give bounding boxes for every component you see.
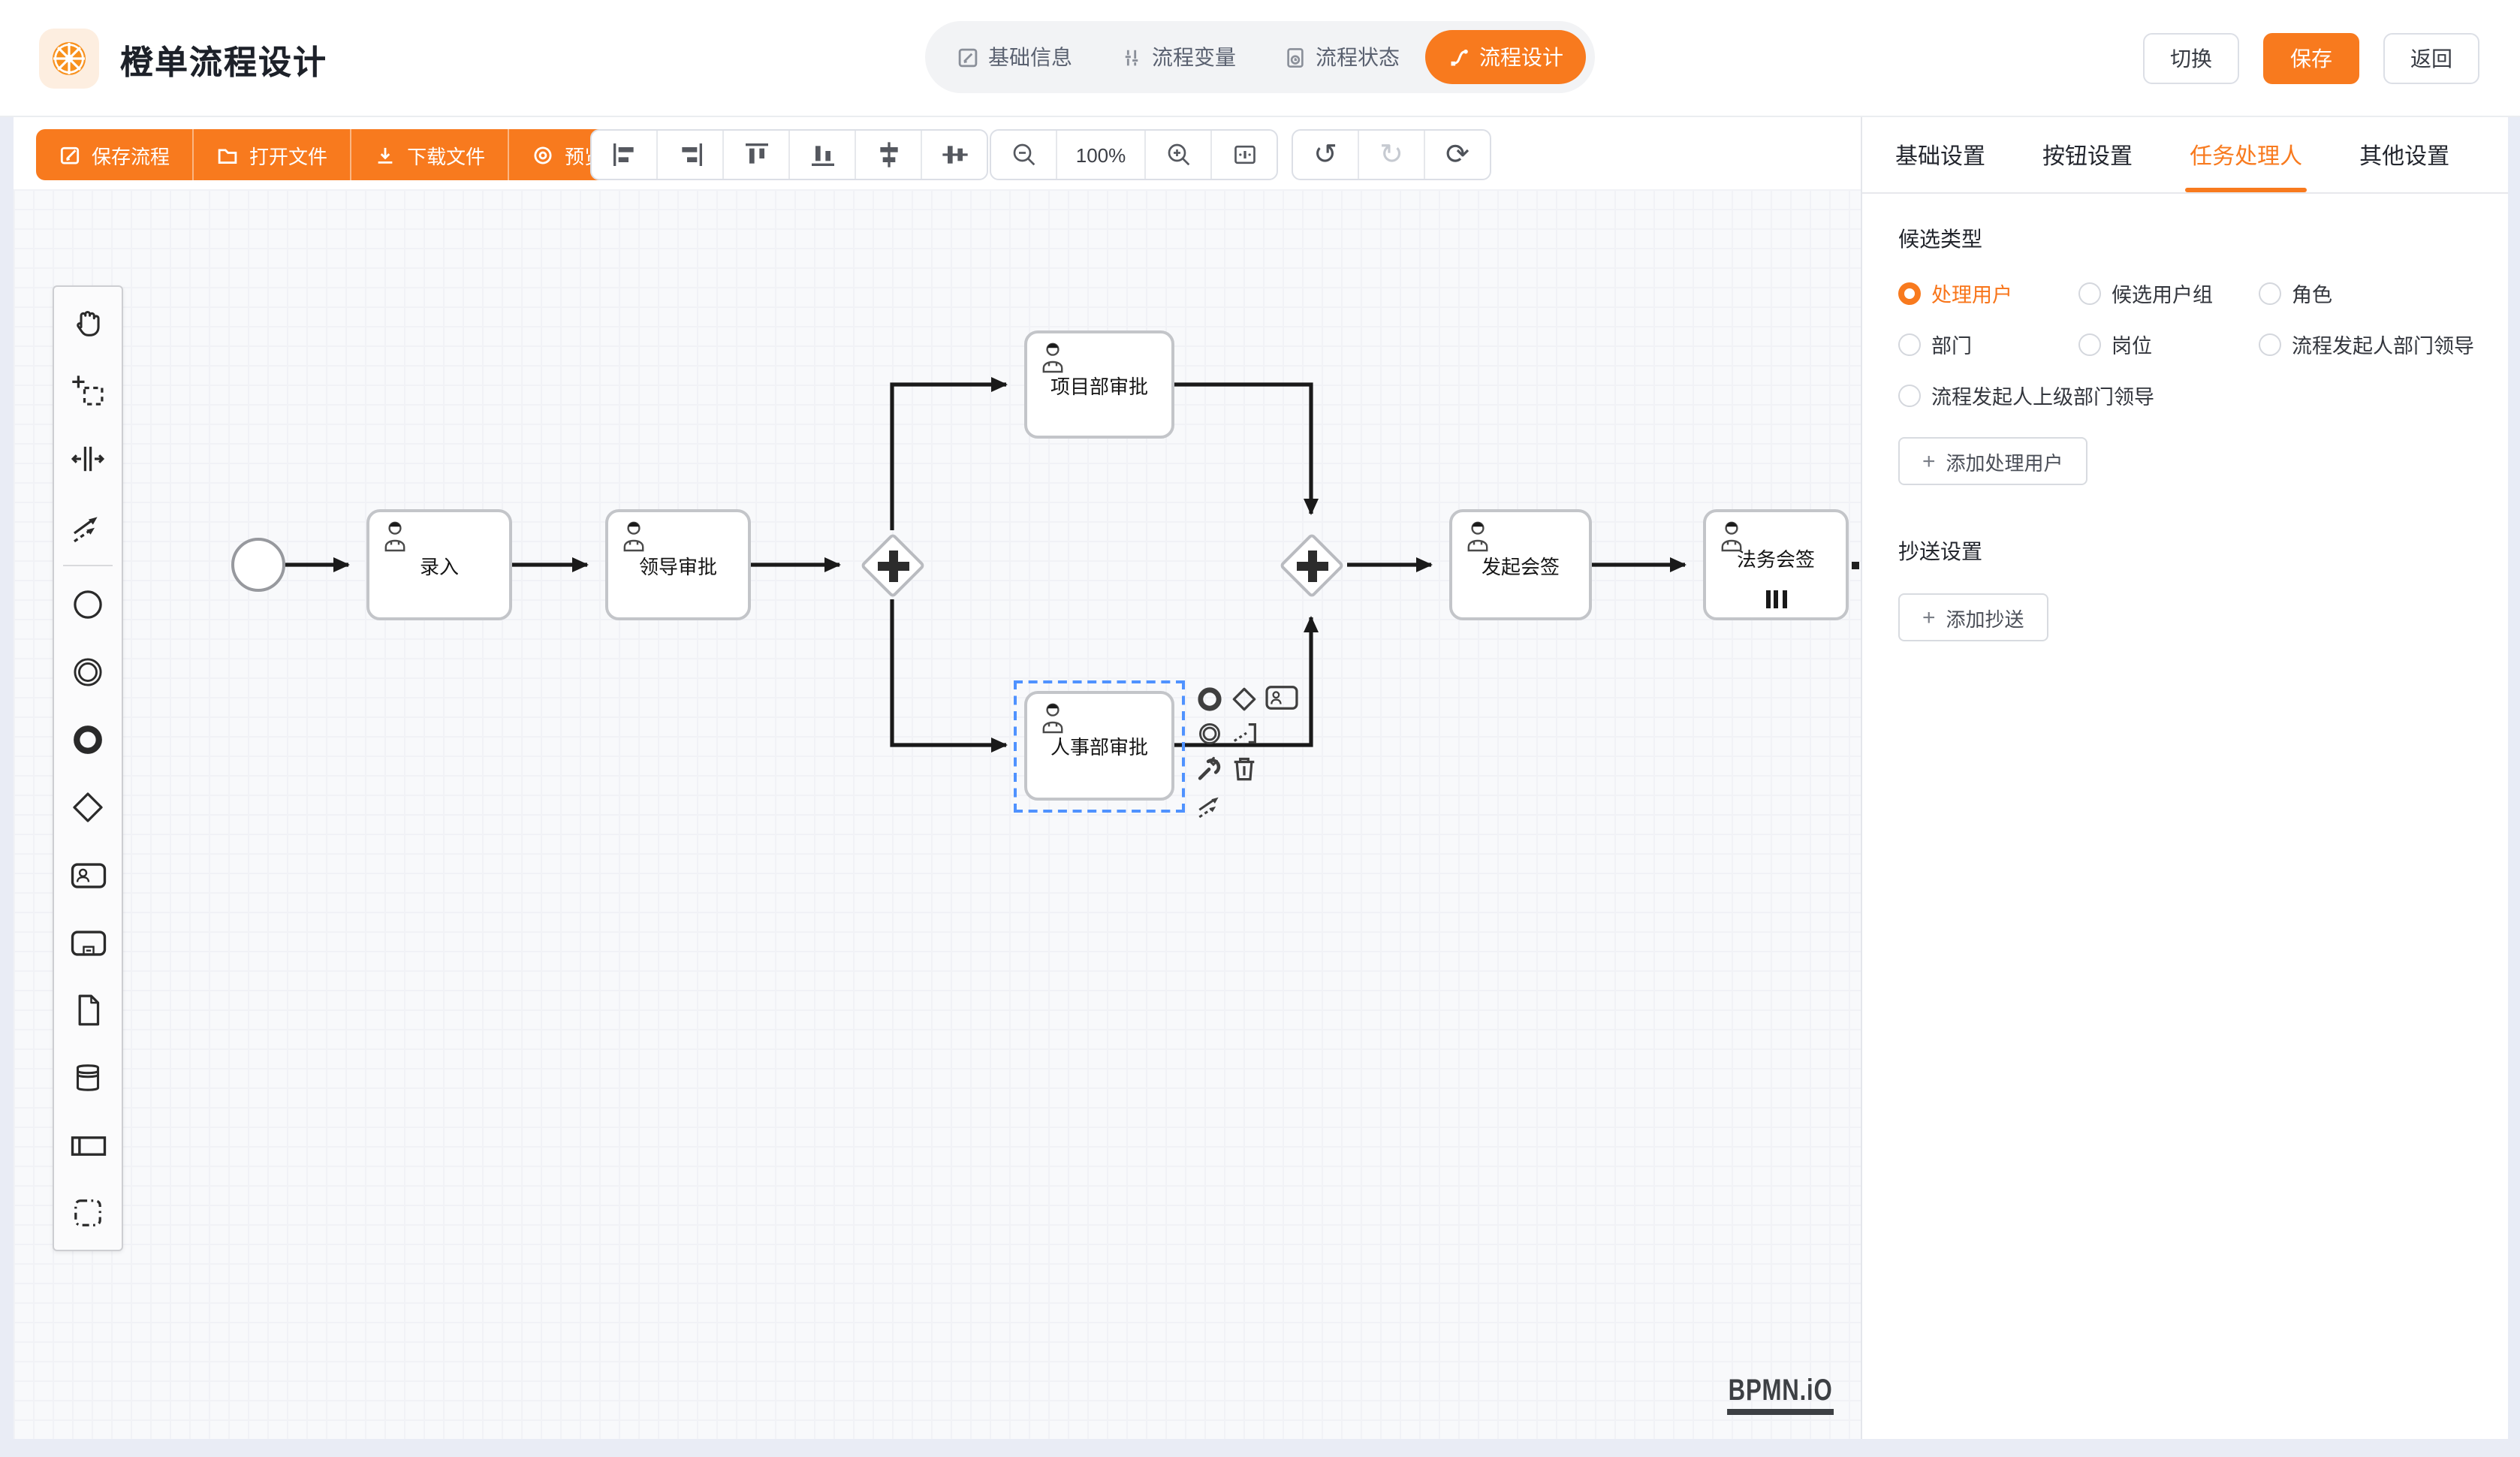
file-toolbar: 保存流程 打开文件 下载文件 预览 [36,129,626,180]
radio-initiator-dept-leader[interactable]: 流程发起人部门领导 [2259,329,2484,359]
orange-citrus-icon [48,38,90,80]
reset-zoom-button[interactable]: ⟳ [1424,131,1490,179]
sliders-icon [1120,46,1143,68]
app-logo [39,29,99,89]
tab-process-design[interactable]: 流程设计 [1425,30,1586,84]
radio-dot [2259,333,2281,355]
undo-button[interactable]: ↺ [1293,131,1358,179]
align-left-button[interactable] [592,131,656,179]
back-button[interactable]: 返回 [2383,33,2479,84]
download-file-button[interactable]: 下载文件 [351,129,509,180]
radio-initiator-upper-dept-leader[interactable]: 流程发起人上级部门领导 [1898,380,2484,410]
radio-dot [1898,282,1921,304]
zoom-out-button[interactable] [991,131,1056,179]
radio-dot [2078,333,2101,355]
form-icon [957,46,979,68]
flow-icon [1448,46,1470,68]
plus-icon: + [1922,606,1936,629]
app-header: 橙单流程设计 基础信息 流程变量 流程状态 流程设计 切换 保存 返回 [0,0,2520,117]
history-toolbar: ↺ ↻ ⟳ [1292,129,1491,180]
save-process-button[interactable]: 保存流程 [36,129,194,180]
properties-panel: 基础设置 按钮设置 任务处理人 其他设置 候选类型 处理用户 候选用户组 角色 … [1861,117,2520,1439]
add-cc-button[interactable]: + 添加抄送 [1898,593,2048,641]
edit-square-icon [59,143,81,166]
plus-marker [872,544,912,585]
page-title: 橙单流程设计 [120,36,327,84]
undo-icon: ↺ [1313,140,1337,169]
radio-candidate-user-group[interactable]: 候选用户组 [2078,278,2256,308]
redo-button[interactable]: ↻ [1358,131,1424,179]
tab-other-settings[interactable]: 其他设置 [2359,117,2449,192]
radio-role[interactable]: 角色 [2259,278,2484,308]
context-pad-append-intermediate-event[interactable] [1195,719,1224,748]
radio-post[interactable]: 岗位 [2078,329,2256,359]
align-right-button[interactable] [656,131,722,179]
user-icon [1717,520,1748,553]
reset-icon: ⟳ [1445,140,1469,169]
align-toolbar [590,129,988,180]
align-center-horizontal-button[interactable] [855,131,921,179]
save-button[interactable]: 保存 [2263,33,2359,84]
task-node-initiate-countersign[interactable]: 发起会签 [1449,509,1592,620]
align-bottom-button[interactable] [788,131,855,179]
context-pad-settings-wrench[interactable] [1195,754,1224,783]
user-icon [1463,520,1494,553]
download-icon [374,143,396,166]
tab-basic-settings[interactable]: 基础设置 [1895,117,1985,192]
flow-designer-app: 橙单流程设计 基础信息 流程变量 流程状态 流程设计 切换 保存 返回 [0,0,2520,1457]
start-event-node[interactable] [231,538,285,592]
add-handler-user-button[interactable]: + 添加处理用户 [1898,437,2087,485]
panel-scrollbar[interactable] [2508,117,2520,1439]
redo-icon: ↻ [1379,140,1403,169]
plus-icon: + [1922,450,1936,472]
radio-dot [1898,333,1921,355]
cc-settings-heading: 抄送设置 [1898,536,2484,566]
open-file-button[interactable]: 打开文件 [194,129,351,180]
tab-button-settings[interactable]: 按钮设置 [2042,117,2133,192]
tab-task-assignee[interactable]: 任务处理人 [2190,117,2302,192]
align-center-vertical-button[interactable] [921,131,987,179]
task-node-leader-approval[interactable]: 领导审批 [605,509,751,620]
tab-process-variables[interactable]: 流程变量 [1098,30,1258,84]
radio-handler-user[interactable]: 处理用户 [1898,278,2075,308]
zoom-toolbar: 100% [990,129,1278,180]
radio-department[interactable]: 部门 [1898,329,2075,359]
fit-viewport-button[interactable] [1210,131,1277,179]
panel-body: 候选类型 处理用户 候选用户组 角色 部门 岗位 流程发起人部门领导 流程发起人… [1862,194,2520,671]
tab-process-status[interactable]: 流程状态 [1262,30,1422,84]
task-node-entry[interactable]: 录入 [366,509,512,620]
panel-tabs: 基础设置 按钮设置 任务处理人 其他设置 [1862,117,2520,194]
radio-dot [2078,282,2101,304]
context-pad-append-gateway[interactable] [1230,685,1258,713]
process-step-tabs: 基础信息 流程变量 流程状态 流程设计 [925,21,1595,93]
header-actions: 切换 保存 返回 [2143,33,2479,84]
clipped-sequence-flow-stub [1852,562,1859,569]
zoom-level: 100% [1056,131,1144,179]
candidate-type-options: 处理用户 候选用户组 角色 部门 岗位 流程发起人部门领导 流程发起人上级部门领… [1898,278,2484,410]
task-node-hr-dept-approval[interactable]: 人事部审批 [1024,691,1174,801]
switch-button[interactable]: 切换 [2143,33,2239,84]
context-pad-append-user-task[interactable] [1265,683,1299,712]
candidate-type-heading: 候选类型 [1898,224,2484,254]
align-top-button[interactable] [722,131,788,179]
folder-icon [216,143,239,166]
context-pad-connect-tool[interactable] [1195,790,1227,822]
status-doc-icon [1284,46,1307,68]
user-icon [380,520,411,553]
zoom-in-button[interactable] [1144,131,1210,179]
context-pad-append-end-event[interactable] [1195,685,1224,713]
plus-marker [1291,544,1331,585]
radio-dot [1898,384,1921,406]
context-pad-delete[interactable] [1230,754,1258,783]
user-icon [1038,701,1069,735]
tab-basic-info[interactable]: 基础信息 [934,30,1095,84]
user-icon [619,520,650,553]
task-node-legal-countersign[interactable]: 法务会签 [1703,509,1849,620]
context-pad-append-text-annotation[interactable] [1231,719,1260,748]
user-icon [1038,341,1069,374]
parallel-multi-instance-marker [1765,590,1786,608]
task-node-project-dept-approval[interactable]: 项目部审批 [1024,330,1174,439]
radio-dot [2259,282,2281,304]
eye-icon [532,143,554,166]
